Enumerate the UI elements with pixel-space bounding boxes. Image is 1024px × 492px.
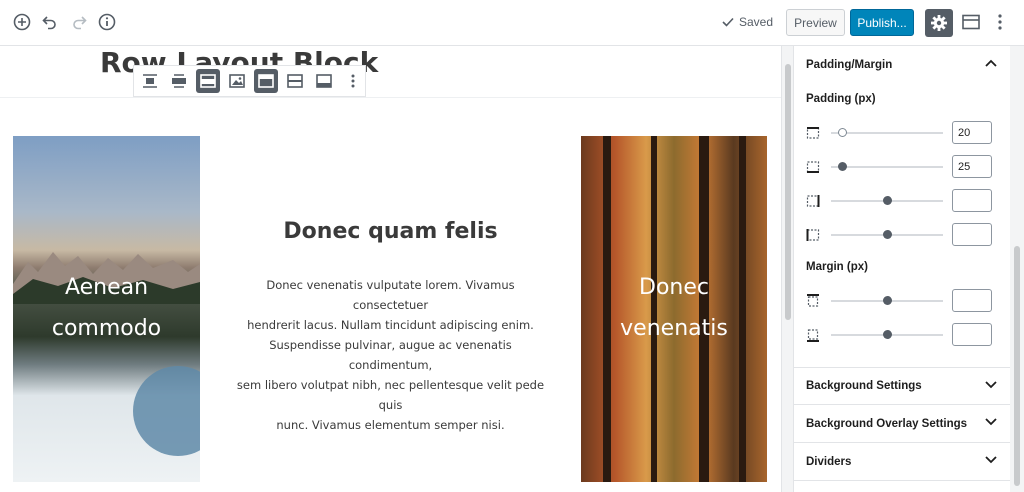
panel-title: Padding/Margin xyxy=(806,59,893,71)
sidebar-scrollbar[interactable] xyxy=(1010,46,1024,492)
align-full-icon[interactable] xyxy=(196,69,220,93)
paragraph-line: Suspendisse pulvinar, augue ac venenatis… xyxy=(269,338,512,372)
align-center-icon[interactable] xyxy=(138,69,162,93)
margin-bottom-slider-thumb[interactable] xyxy=(882,330,892,339)
middle-heading[interactable]: Donec quam felis xyxy=(200,219,581,244)
padding-bottom-slider-thumb[interactable] xyxy=(882,196,892,205)
left-column-text-2[interactable]: commodo xyxy=(13,308,200,349)
paragraph-line: hendrerit lacus. Nullam tincidunt adipis… xyxy=(247,318,534,332)
panel-dividers[interactable]: Dividers xyxy=(794,443,1011,481)
layout-icon[interactable] xyxy=(961,12,981,32)
right-column-text-2[interactable]: venenatis xyxy=(581,308,767,349)
left-column-image[interactable]: Aenean commodo xyxy=(13,136,200,482)
saved-label: Saved xyxy=(739,15,774,29)
gear-icon xyxy=(931,15,947,31)
align-wide-icon[interactable] xyxy=(167,69,191,93)
right-column-text-1[interactable]: Donec xyxy=(581,267,767,308)
margin-bottom-control xyxy=(806,323,996,347)
panel-background-overlay-settings[interactable]: Background Overlay Settings xyxy=(794,405,1011,443)
padding-top-slider-thumb[interactable] xyxy=(837,128,847,137)
padding-top-slider[interactable] xyxy=(831,132,943,134)
padding-right-slider[interactable] xyxy=(831,166,943,168)
panel-title: Background Overlay Settings xyxy=(806,417,968,430)
padding-left-input[interactable] xyxy=(952,223,992,246)
padding-left-control xyxy=(806,223,996,247)
padding-label: Padding (px) xyxy=(806,93,876,105)
publish-button[interactable]: Publish... xyxy=(850,9,914,36)
layout-bottom-icon[interactable] xyxy=(312,69,336,93)
margin-top-slider-thumb[interactable] xyxy=(882,296,892,305)
chevron-down-icon xyxy=(985,456,997,464)
preview-button[interactable]: Preview xyxy=(786,9,845,36)
margin-top-icon xyxy=(807,294,819,307)
check-icon xyxy=(722,17,734,27)
margin-bottom-input[interactable] xyxy=(952,323,992,346)
panel-title: Background Settings xyxy=(806,380,922,392)
layout-middle-icon[interactable] xyxy=(283,69,307,93)
saved-status: Saved xyxy=(722,15,773,29)
block-toolbar xyxy=(133,65,366,97)
more-vertical-icon[interactable] xyxy=(990,12,1010,32)
plus-circle-icon[interactable] xyxy=(12,12,32,32)
chevron-down-icon xyxy=(985,381,997,389)
middle-paragraph[interactable]: Donec venenatis vulputate lorem. Vivamus… xyxy=(228,275,553,435)
panel-title: Dividers xyxy=(806,455,852,468)
margin-label: Margin (px) xyxy=(806,261,868,273)
padding-top-input[interactable] xyxy=(952,121,992,144)
padding-left-icon xyxy=(806,229,820,241)
padding-bottom-icon xyxy=(806,195,820,207)
margin-top-control xyxy=(806,289,996,313)
panel-background-settings[interactable]: Background Settings xyxy=(794,367,1011,405)
padding-right-slider-thumb[interactable] xyxy=(837,162,847,171)
more-vertical-icon[interactable] xyxy=(341,69,365,93)
padding-right-control xyxy=(806,155,996,179)
padding-right-icon xyxy=(806,161,820,173)
chevron-down-icon xyxy=(985,418,997,426)
redo-icon[interactable] xyxy=(69,12,89,32)
divider xyxy=(0,97,781,98)
settings-sidebar: Padding/Margin Padding (px) Margin (px) xyxy=(793,46,1011,492)
margin-bottom-icon xyxy=(807,329,819,342)
info-icon[interactable] xyxy=(97,12,117,32)
padding-bottom-input[interactable] xyxy=(952,189,992,212)
lake-graphic xyxy=(133,366,200,456)
left-column-text-1[interactable]: Aenean xyxy=(13,267,200,308)
sidebar-scrollbar-thumb[interactable] xyxy=(1014,246,1020,486)
paragraph-line: Donec venenatis vulputate lorem. Vivamus… xyxy=(266,278,515,312)
padding-top-icon xyxy=(806,127,820,139)
editor-scrollbar[interactable] xyxy=(781,46,793,492)
right-column-image[interactable]: Donec venenatis xyxy=(581,136,767,482)
paragraph-line: sem libero volutpat nibh, nec pellentesq… xyxy=(236,378,545,412)
padding-bottom-control xyxy=(806,189,996,213)
margin-top-input[interactable] xyxy=(952,289,992,312)
padding-top-control xyxy=(806,121,996,145)
image-icon[interactable] xyxy=(225,69,249,93)
padding-right-input[interactable] xyxy=(952,155,992,178)
panel-padding-margin[interactable]: Padding/Margin xyxy=(794,46,1011,84)
editor-header: Saved Preview Publish... xyxy=(0,0,1024,46)
editor-scrollbar-thumb[interactable] xyxy=(785,64,791,320)
editor-canvas: Row Layout Block Aenean commodo Donec qu… xyxy=(0,46,781,492)
settings-button[interactable] xyxy=(925,9,953,37)
padding-left-slider-thumb[interactable] xyxy=(882,230,892,239)
paragraph-line: nunc. Vivamus elementum semper nisi. xyxy=(276,418,505,432)
undo-icon[interactable] xyxy=(40,12,60,32)
layout-top-icon[interactable] xyxy=(254,69,278,93)
chevron-up-icon xyxy=(985,59,997,67)
